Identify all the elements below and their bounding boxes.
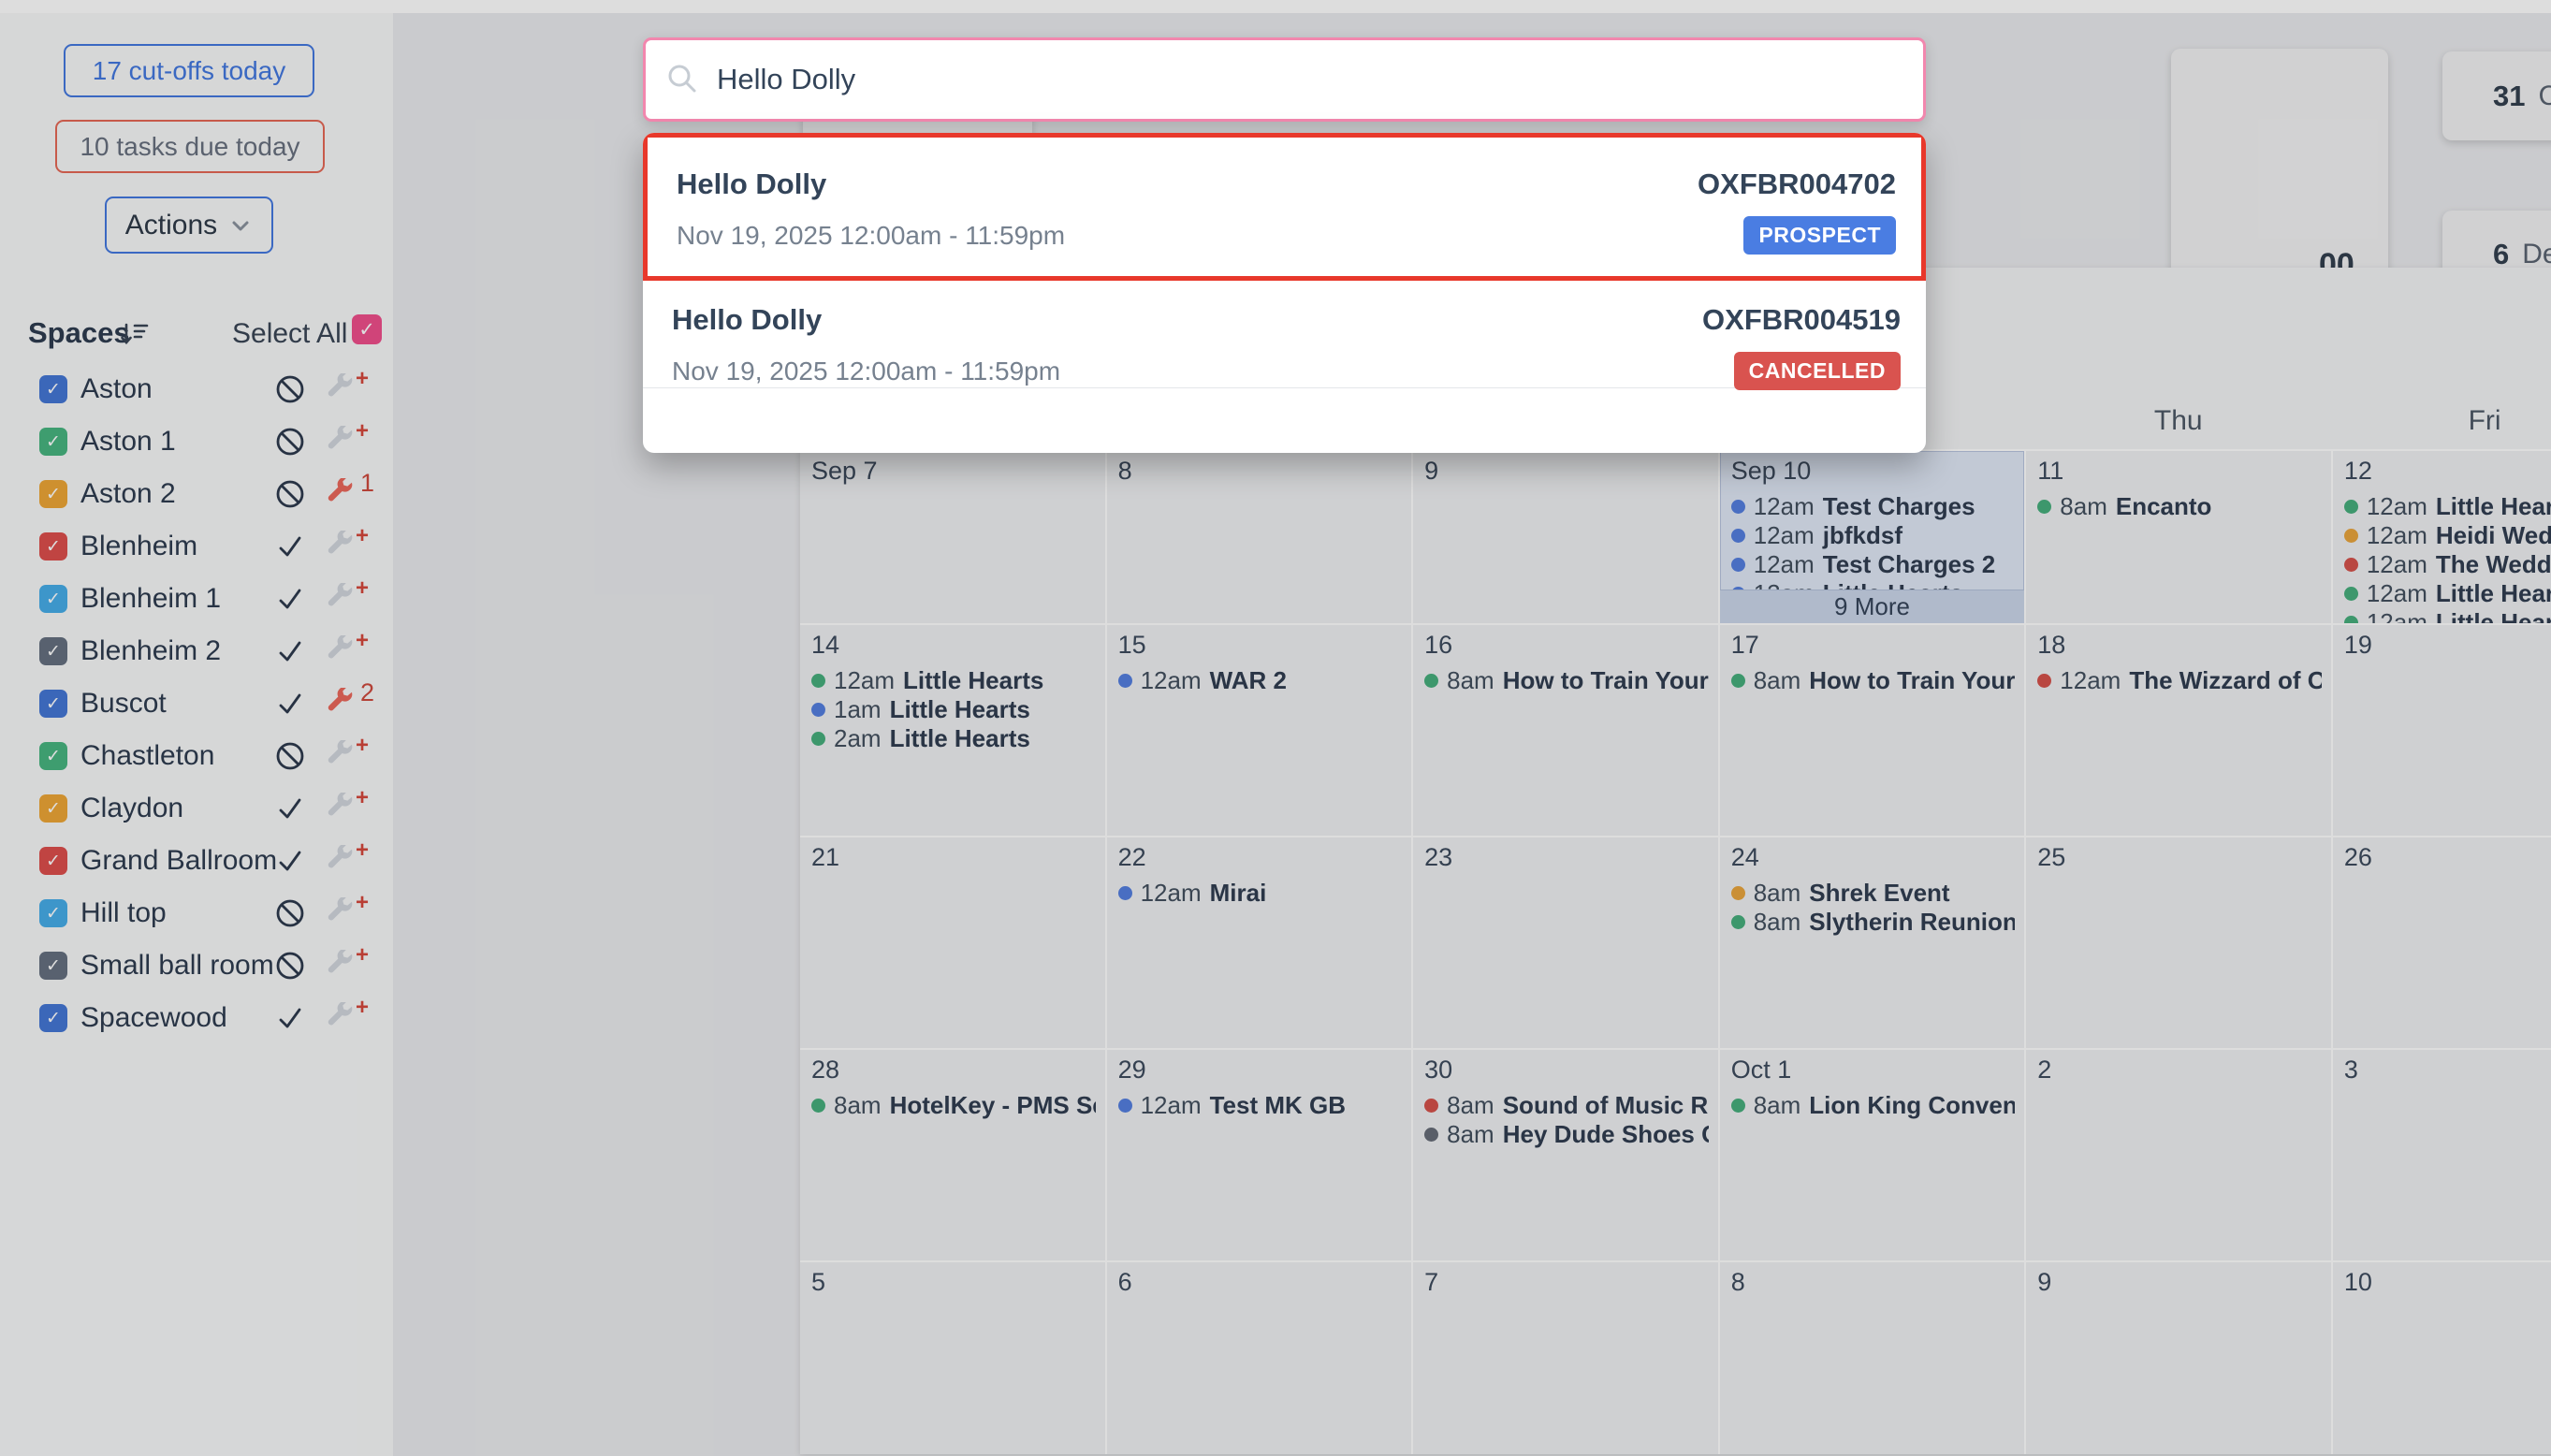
result-date-range: Nov 19, 2025 12:00am - 11:59pm	[672, 357, 1060, 386]
result-status-badge: PROSPECT	[1743, 216, 1896, 255]
search-modal: Hello Dolly Hello Dolly OXFBR004702 Nov 19…	[643, 37, 1926, 453]
search-icon	[664, 62, 700, 97]
search-query-text: Hello Dolly	[717, 63, 855, 96]
result-booking-code: OXFBR004702	[1698, 167, 1896, 201]
search-result-oxfbr004702[interactable]: Hello Dolly OXFBR004702 Nov 19, 2025 12:00…	[643, 133, 1926, 281]
results-footer-spacer	[643, 388, 1926, 453]
result-date-range: Nov 19, 2025 12:00am - 11:59pm	[677, 221, 1065, 251]
app-root: 17 cut-offs today 10 tasks due today Act…	[0, 0, 2551, 1456]
search-result-oxfbr004519[interactable]: Hello Dolly OXFBR004519 Nov 19, 2025 12:00…	[643, 281, 1926, 388]
search-input[interactable]: Hello Dolly	[643, 37, 1926, 122]
result-status-badge: CANCELLED	[1734, 352, 1901, 390]
result-title: Hello Dolly	[672, 303, 822, 337]
search-results-panel: Hello Dolly OXFBR004702 Nov 19, 2025 12:00…	[643, 133, 1926, 453]
result-title: Hello Dolly	[677, 167, 826, 201]
result-booking-code: OXFBR004519	[1702, 303, 1901, 337]
